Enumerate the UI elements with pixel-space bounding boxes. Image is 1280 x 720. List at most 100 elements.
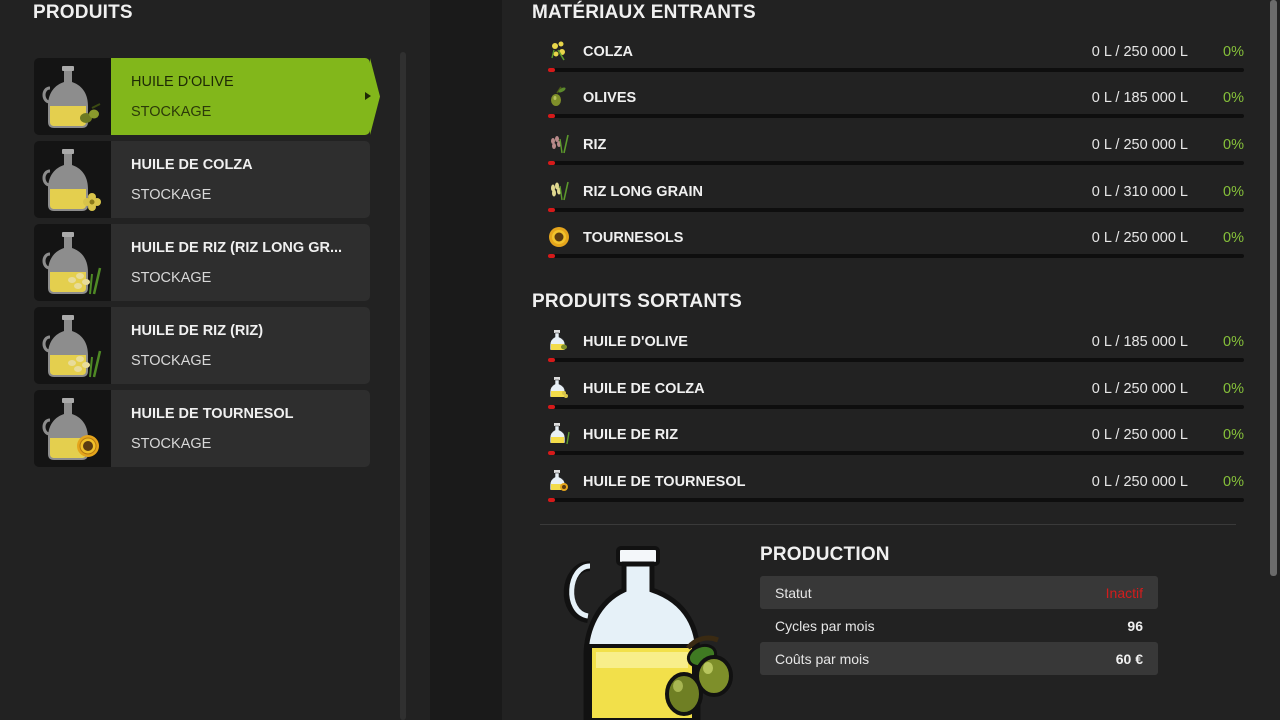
product-item-sunflower-oil[interactable]: HUILE DE TOURNESOL STOCKAGE — [34, 390, 370, 467]
output-amount: 0 L / 185 000 L — [1091, 334, 1188, 350]
output-name: HUILE DE RIZ — [583, 427, 679, 443]
product-body: HUILE D'OLIVE STOCKAGE — [111, 58, 380, 135]
output-row-olive-oil: HUILE D'OLIVE 0 L / 185 000 L 0% — [548, 330, 1244, 370]
input-amount: 0 L / 310 000 L — [1091, 184, 1188, 200]
product-list: HUILE D'OLIVE STOCKAGE HUILE DE COLZA ST… — [34, 58, 380, 473]
input-name: RIZ — [583, 137, 607, 153]
input-percent: 0% — [1223, 90, 1244, 106]
sunflower-oil-bottle-icon — [34, 390, 111, 467]
output-percent: 0% — [1223, 334, 1244, 350]
output-percent: 0% — [1223, 381, 1244, 397]
sunflower-icon — [549, 227, 569, 247]
input-progress-fill — [548, 254, 555, 258]
output-progress-bar — [548, 451, 1244, 455]
outputs-title: PRODUITS SORTANTS — [532, 291, 742, 312]
input-amount: 0 L / 250 000 L — [1091, 230, 1188, 246]
long-grain-rice-icon — [551, 181, 569, 201]
output-amount: 0 L / 250 000 L — [1091, 427, 1188, 443]
sunflower-oil-icon — [549, 470, 568, 491]
output-progress-bar — [548, 498, 1244, 502]
input-row-sunflowers: TOURNESOLS 0 L / 250 000 L 0% — [548, 226, 1244, 266]
output-name: HUILE DE COLZA — [583, 381, 705, 397]
product-sub: STOCKAGE — [131, 270, 212, 286]
input-progress-bar — [548, 68, 1244, 72]
product-body: HUILE DE RIZ (RIZ) STOCKAGE — [111, 307, 370, 384]
cycles-label: Cycles par mois — [775, 617, 875, 634]
inputs-title: MATÉRIAUX ENTRANTS — [532, 2, 756, 23]
status-row: Statut Inactif — [760, 576, 1158, 609]
product-name: HUILE D'OLIVE — [131, 74, 234, 90]
input-name: RIZ LONG GRAIN — [583, 184, 704, 200]
output-progress-bar — [548, 358, 1244, 362]
product-name: HUILE DE RIZ (RIZ LONG GR... — [131, 240, 343, 256]
input-progress-fill — [548, 114, 555, 118]
rice-oil-bottle-icon — [34, 224, 111, 301]
input-row-rice: RIZ 0 L / 250 000 L 0% — [548, 133, 1244, 173]
product-body: HUILE DE COLZA STOCKAGE — [111, 141, 370, 218]
input-row-colza: COLZA 0 L / 250 000 L 0% — [548, 40, 1244, 80]
input-name: COLZA — [583, 44, 633, 60]
input-progress-fill — [548, 161, 555, 165]
output-progress-fill — [548, 358, 555, 362]
status-value: Inactif — [1105, 584, 1143, 601]
cycles-row: Cycles par mois 96 — [760, 609, 1158, 642]
input-progress-fill — [548, 208, 555, 212]
input-percent: 0% — [1223, 184, 1244, 200]
output-row-rice-oil: HUILE DE RIZ 0 L / 250 000 L 0% — [548, 423, 1244, 463]
caret-right-icon — [365, 92, 371, 100]
output-row-sunflower-oil: HUILE DE TOURNESOL 0 L / 250 000 L 0% — [548, 470, 1244, 510]
output-progress-fill — [548, 405, 555, 409]
canola-oil-icon — [549, 377, 568, 398]
input-progress-bar — [548, 254, 1244, 258]
olive-oil-bottle-icon — [563, 546, 733, 720]
product-name: HUILE DE COLZA — [131, 157, 253, 173]
canola-oil-bottle-icon — [34, 141, 111, 218]
input-amount: 0 L / 250 000 L — [1091, 137, 1188, 153]
panel-gutter — [430, 0, 502, 720]
input-percent: 0% — [1223, 230, 1244, 246]
details-panel: MATÉRIAUX ENTRANTS COLZA 0 L / 250 000 L… — [502, 0, 1280, 720]
canola-icon — [551, 41, 565, 61]
input-name: TOURNESOLS — [583, 230, 684, 246]
status-label: Statut — [775, 584, 812, 601]
output-progress-fill — [548, 498, 555, 502]
input-progress-bar — [548, 161, 1244, 165]
product-item-rice-oil[interactable]: HUILE DE RIZ (RIZ) STOCKAGE — [34, 307, 370, 384]
product-list-scrollbar[interactable] — [400, 52, 406, 720]
rice-oil-icon — [549, 423, 570, 445]
output-amount: 0 L / 250 000 L — [1091, 381, 1188, 397]
input-amount: 0 L / 250 000 L — [1091, 44, 1188, 60]
input-percent: 0% — [1223, 44, 1244, 60]
input-name: OLIVES — [583, 90, 637, 106]
product-item-canola-oil[interactable]: HUILE DE COLZA STOCKAGE — [34, 141, 370, 218]
olive-oil-icon — [549, 330, 567, 351]
input-row-long-grain-rice: RIZ LONG GRAIN 0 L / 310 000 L 0% — [548, 180, 1244, 220]
output-progress-bar — [548, 405, 1244, 409]
rice-icon — [551, 134, 569, 154]
input-progress-bar — [548, 208, 1244, 212]
product-sub: STOCKAGE — [131, 104, 212, 120]
output-percent: 0% — [1223, 474, 1244, 490]
production-table: Statut Inactif Cycles par mois 96 Coûts … — [760, 576, 1158, 675]
input-amount: 0 L / 185 000 L — [1091, 90, 1188, 106]
product-sub: STOCKAGE — [131, 187, 212, 203]
output-name: HUILE DE TOURNESOL — [583, 474, 746, 490]
products-title: PRODUITS — [33, 2, 133, 23]
products-panel: PRODUITS HUILE D'OLIVE STOCKAGE HUILE DE… — [0, 0, 430, 720]
selection-pointer — [370, 58, 380, 135]
product-item-rice-long-grain-oil[interactable]: HUILE DE RIZ (RIZ LONG GR... STOCKAGE — [34, 224, 370, 301]
details-scrollbar[interactable] — [1270, 0, 1277, 576]
olive-icon — [551, 86, 566, 106]
output-percent: 0% — [1223, 427, 1244, 443]
output-name: HUILE D'OLIVE — [583, 334, 688, 350]
product-name: HUILE DE TOURNESOL — [131, 406, 294, 422]
production-title: PRODUCTION — [760, 544, 890, 565]
input-percent: 0% — [1223, 137, 1244, 153]
cost-label: Coûts par mois — [775, 650, 870, 667]
input-row-olives: OLIVES 0 L / 185 000 L 0% — [548, 86, 1244, 126]
output-amount: 0 L / 250 000 L — [1091, 474, 1188, 490]
product-name: HUILE DE RIZ (RIZ) — [131, 323, 264, 339]
cost-row: Coûts par mois 60 € — [760, 642, 1158, 675]
product-item-olive-oil[interactable]: HUILE D'OLIVE STOCKAGE — [34, 58, 380, 135]
product-sub: STOCKAGE — [131, 436, 212, 452]
